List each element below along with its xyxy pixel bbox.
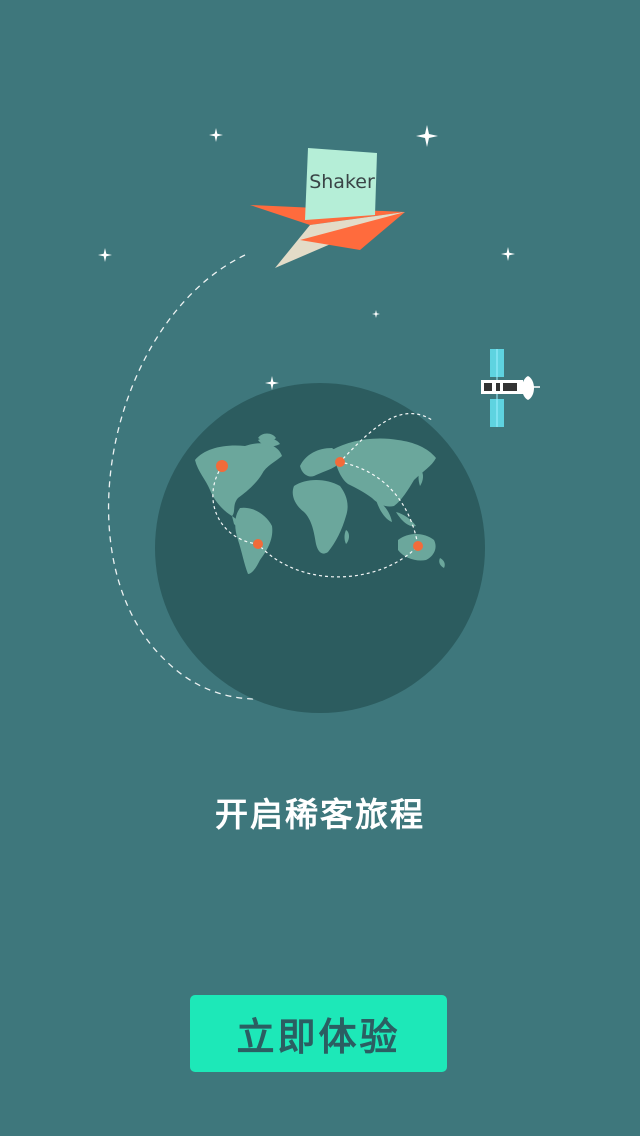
location-marker [253,539,263,549]
location-marker [413,541,423,551]
star-icon [265,376,279,390]
star-icon [209,128,223,142]
plane-tag-label: Shaker [309,171,375,193]
start-experience-button[interactable]: 立即体验 [190,995,447,1072]
location-marker [216,460,228,472]
onboarding-illustration: Shaker [98,125,540,713]
star-icon [372,310,380,318]
paper-plane-icon: Shaker [250,148,405,268]
satellite-icon [481,349,540,427]
start-experience-label: 立即体验 [236,1014,401,1059]
location-marker [335,457,345,467]
star-icon [98,248,112,262]
star-icon [501,247,515,261]
star-icon [416,125,438,147]
tagline: 开启稀客旅程 [215,795,425,834]
